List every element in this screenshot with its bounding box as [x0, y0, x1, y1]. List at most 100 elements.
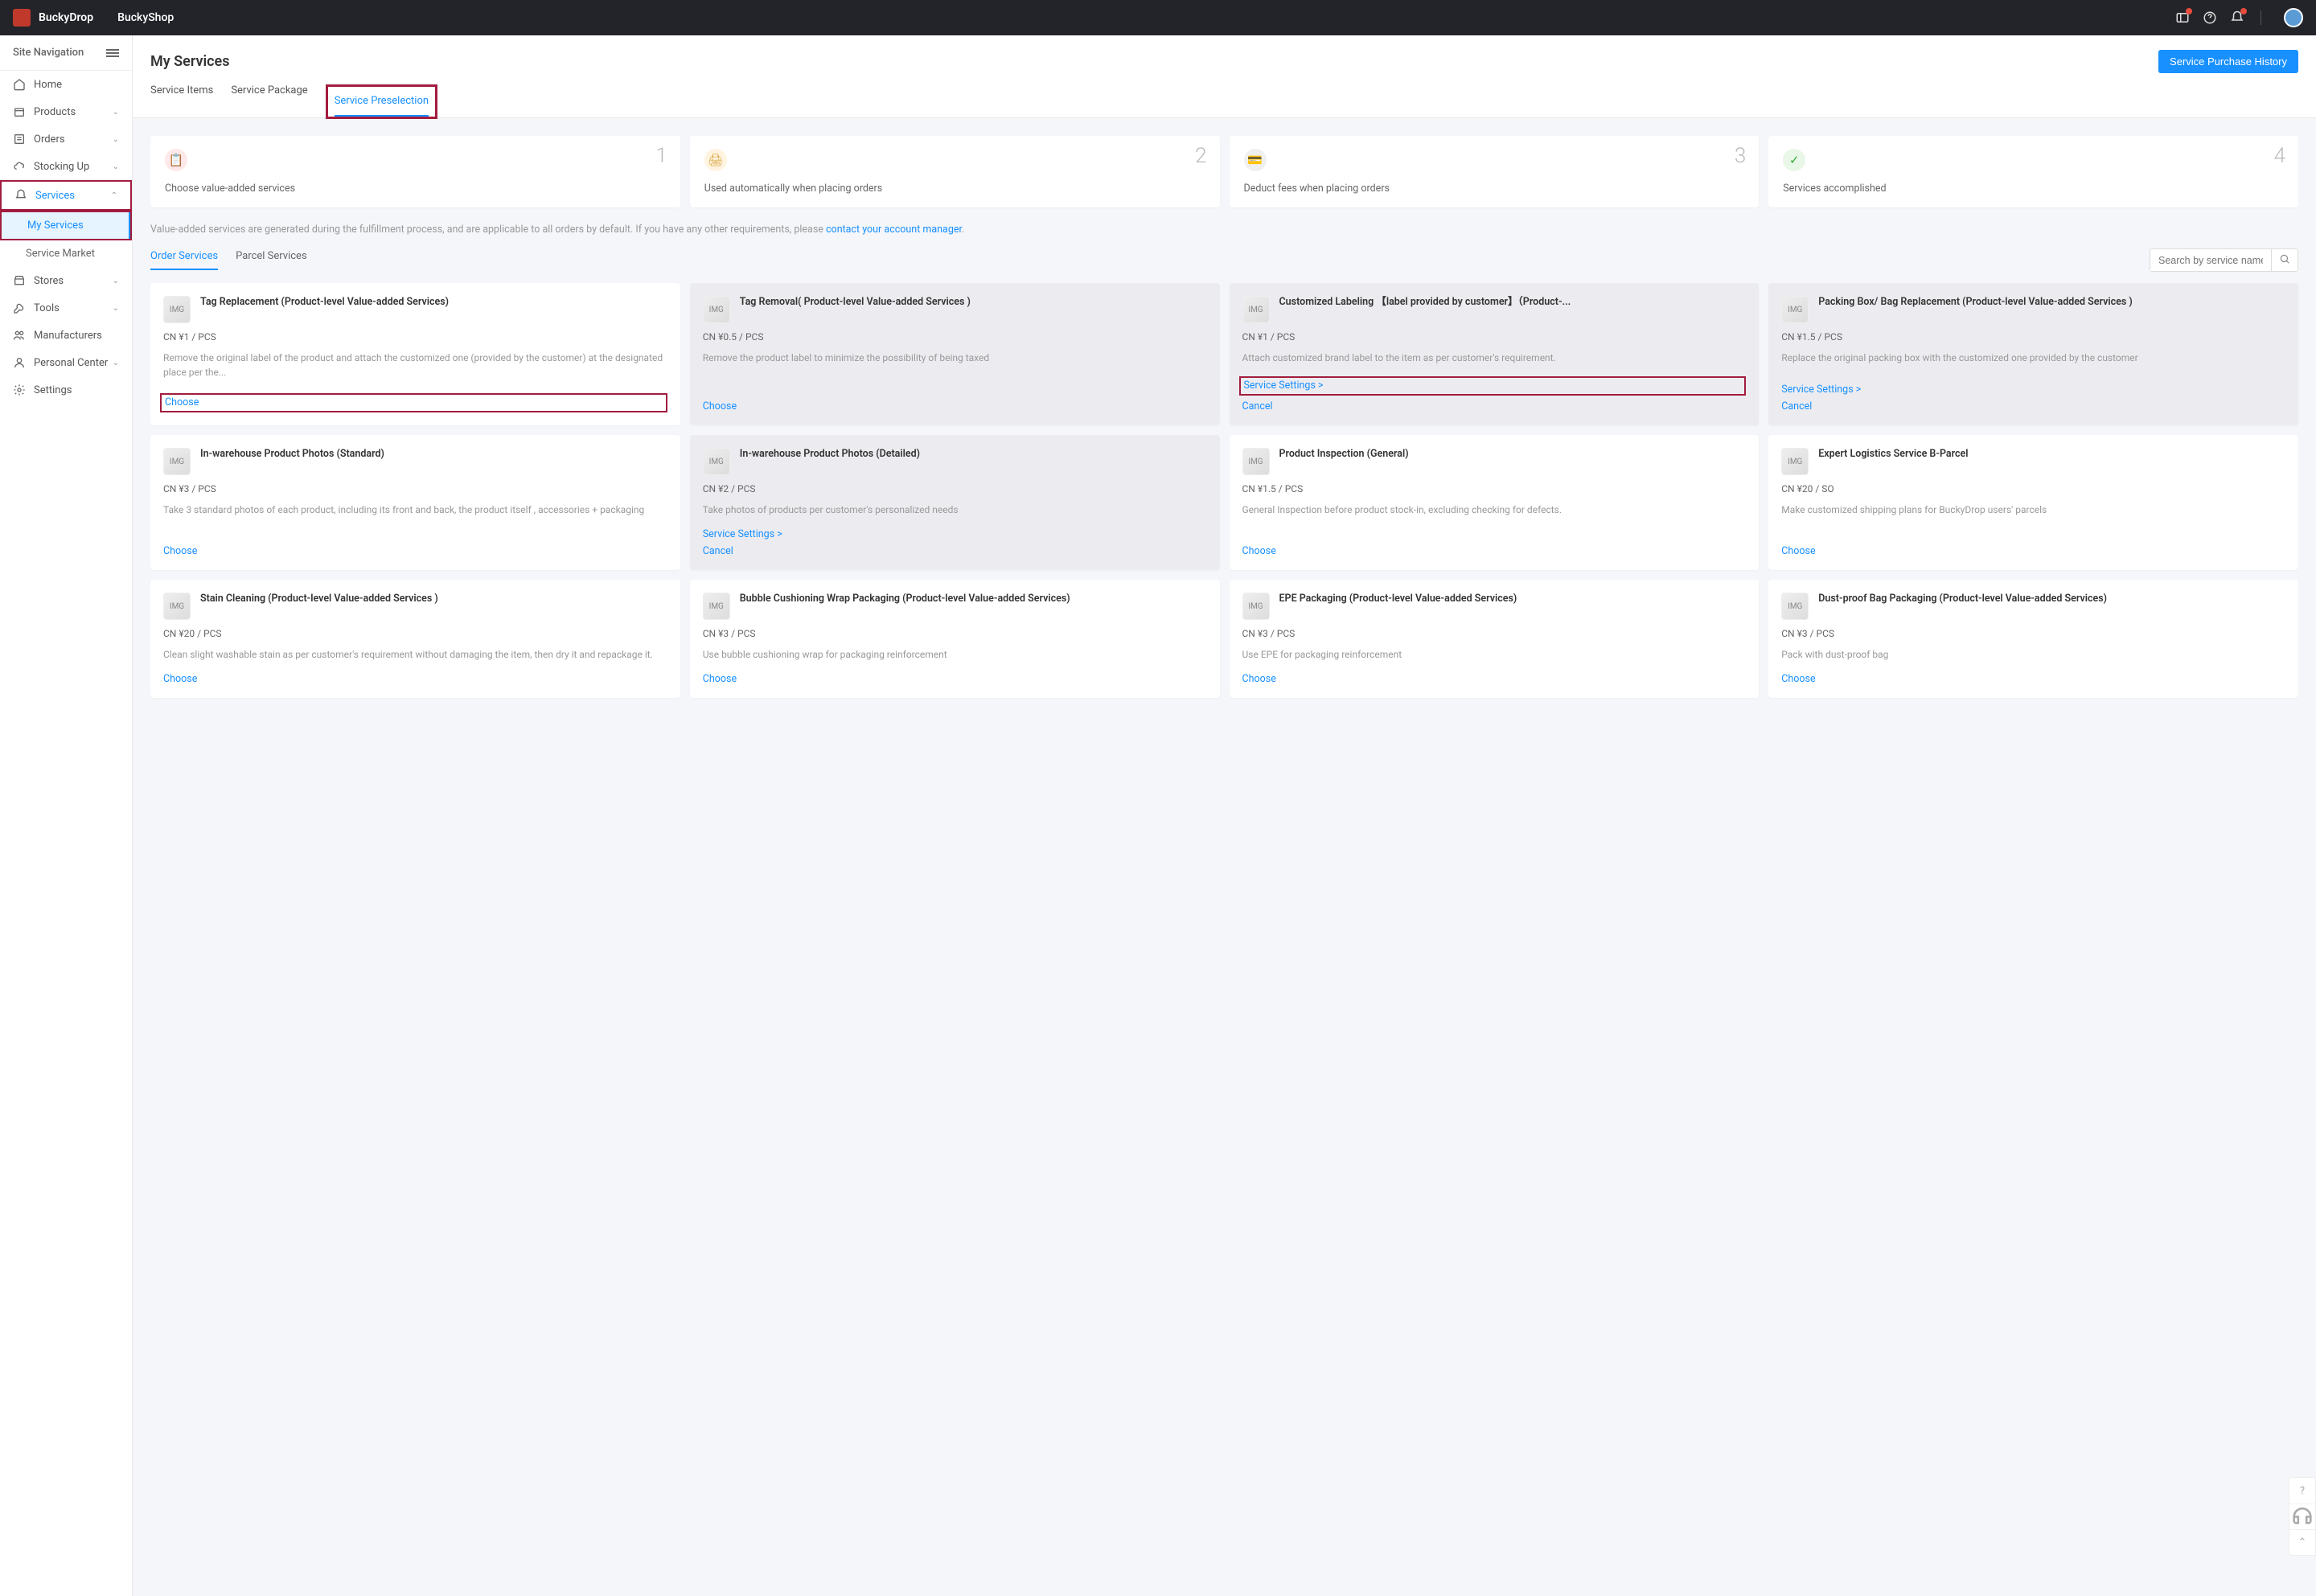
card-actions: Choose: [163, 673, 667, 685]
brand-secondary[interactable]: BuckyShop: [117, 11, 174, 24]
card-price: CN ¥1.5 / PCS: [1781, 331, 2285, 343]
choose-link[interactable]: Choose: [703, 673, 1207, 685]
sidebar-item-stores[interactable]: Stores ⌄: [0, 267, 132, 294]
brand-primary[interactable]: BuckyDrop: [39, 11, 93, 24]
service-card: IMGTag Replacement (Product-level Value-…: [150, 283, 680, 425]
card-title: Bubble Cushioning Wrap Packaging (Produc…: [740, 593, 1070, 620]
page-header: My Services Service Purchase History Ser…: [133, 35, 2316, 118]
nav-title: Site Navigation: [13, 47, 84, 59]
card-price: CN ¥1.5 / PCS: [1242, 483, 1747, 494]
tab-service-items[interactable]: Service Items: [150, 84, 213, 117]
card-price: CN ¥3 / PCS: [703, 628, 1207, 639]
coupon-icon[interactable]: [2175, 10, 2190, 25]
sidebar-item-manufacturers[interactable]: Manufacturers: [0, 322, 132, 349]
bell-icon[interactable]: [2230, 10, 2244, 25]
service-card: IMGTag Removal( Product-level Value-adde…: [690, 283, 1220, 425]
chevron-icon: ⌄: [113, 277, 119, 285]
service-icon: IMG: [163, 448, 191, 475]
sidebar-item-tools[interactable]: Tools⌄: [0, 294, 132, 322]
card-price: CN ¥20 / SO: [1781, 483, 2285, 494]
choose-link[interactable]: Choose: [163, 545, 667, 557]
choose-link[interactable]: Choose: [163, 673, 667, 685]
service-card: IMGStain Cleaning (Product-level Value-a…: [150, 580, 680, 698]
contact-link[interactable]: contact your account manager: [826, 224, 962, 236]
sidebar-item-label: Home: [34, 79, 62, 91]
service-icon: IMG: [163, 593, 191, 620]
sidebar-item-home[interactable]: Home: [0, 71, 132, 98]
cancel-link[interactable]: Cancel: [703, 545, 1207, 557]
service-icon: IMG: [703, 296, 730, 323]
tab-service-package[interactable]: Service Package: [231, 84, 307, 117]
highlight-box: Services⌃: [0, 180, 132, 211]
sidebar-item-stocking-up[interactable]: Stocking Up ⌄: [0, 153, 132, 180]
avatar[interactable]: [2284, 8, 2303, 27]
sidebar-sub-my-services[interactable]: My Services: [2, 212, 130, 239]
help-icon[interactable]: [2203, 10, 2217, 25]
steps-row: 1📋Choose value-added services2🖨Used auto…: [150, 136, 2298, 207]
notice-prefix: Value-added services are generated durin…: [150, 224, 826, 236]
service-tabs: Order Services Parcel Services: [150, 248, 2298, 272]
cancel-link[interactable]: Cancel: [1242, 400, 1747, 412]
logo-icon: [13, 9, 31, 27]
card-description: Replace the original packing box with th…: [1781, 351, 2285, 372]
card-price: CN ¥3 / PCS: [1242, 628, 1747, 639]
sidebar-sub-service-market[interactable]: Service Market: [0, 240, 132, 267]
choose-link[interactable]: Choose: [1242, 545, 1747, 557]
service-icon: IMG: [1781, 448, 1809, 475]
sidebar-item-orders[interactable]: Orders⌄: [0, 125, 132, 153]
cancel-link[interactable]: Cancel: [1781, 400, 2285, 412]
card-actions: Choose: [703, 673, 1207, 685]
sidebar-item-settings[interactable]: Settings: [0, 376, 132, 404]
float-top-icon[interactable]: ⌃: [2289, 1529, 2315, 1555]
history-button[interactable]: Service Purchase History: [2158, 50, 2298, 73]
choose-link[interactable]: Choose: [1781, 545, 2285, 557]
card-actions: Service Settings > Cancel: [703, 528, 1207, 557]
service-tab-order-services[interactable]: Order Services: [150, 250, 218, 270]
service-card: IMGExpert Logistics Service B-ParcelCN ¥…: [1768, 435, 2298, 570]
main-content: My Services Service Purchase History Ser…: [133, 35, 2316, 1596]
chevron-icon: ⌄: [113, 359, 119, 367]
service-icon: IMG: [1242, 593, 1270, 620]
float-support-icon[interactable]: [2289, 1504, 2315, 1529]
card-description: Pack with dust-proof bag: [1781, 647, 2285, 662]
card-actions: Choose: [1242, 673, 1747, 685]
service-settings-link[interactable]: Service Settings >: [1244, 380, 1324, 392]
card-price: CN ¥3 / PCS: [1781, 628, 2285, 639]
card-description: Attach customized brand label to the ite…: [1242, 351, 1747, 365]
step-icon: 🖨: [704, 149, 727, 171]
card-description: Take 3 standard photos of each product, …: [163, 503, 667, 534]
sidebar-item-label: Orders: [34, 133, 65, 146]
card-title: Customized Labeling 【label provided by c…: [1279, 296, 1571, 323]
card-actions: Choose: [163, 393, 667, 412]
service-tab-parcel-services[interactable]: Parcel Services: [236, 250, 307, 270]
choose-link[interactable]: Choose: [703, 400, 1207, 412]
collapse-icon[interactable]: [106, 47, 119, 59]
choose-link[interactable]: Choose: [1781, 673, 2285, 685]
service-card: IMGCustomized Labeling 【label provided b…: [1230, 283, 1760, 425]
float-help-icon[interactable]: ?: [2289, 1478, 2315, 1504]
search-input[interactable]: [2150, 250, 2271, 271]
bell-icon: [14, 189, 27, 202]
tab-service-preselection[interactable]: Service Preselection: [335, 95, 429, 117]
step-icon: 💳: [1244, 149, 1267, 171]
sidebar-item-label: Tools: [34, 302, 60, 314]
search-button[interactable]: [2271, 249, 2298, 271]
sidebar-item-products[interactable]: Products⌄: [0, 98, 132, 125]
service-icon: IMG: [703, 593, 730, 620]
card-description: Clean slight washable stain as per custo…: [163, 647, 667, 662]
choose-link[interactable]: Choose: [1242, 673, 1747, 685]
card-actions: Choose: [1242, 545, 1747, 557]
card-actions: Choose: [1781, 545, 2285, 557]
step-number: 1: [655, 144, 667, 168]
sidebar-item-personal-center[interactable]: Personal Center ⌄: [0, 349, 132, 376]
step-3: 3💳Deduct fees when placing orders: [1230, 136, 1760, 207]
choose-link[interactable]: Choose: [165, 396, 199, 408]
chevron-icon: ⌄: [113, 162, 119, 171]
service-settings-link[interactable]: Service Settings >: [1781, 384, 2285, 396]
sidebar-item-label: Stocking Up: [34, 161, 89, 173]
service-settings-link[interactable]: Service Settings >: [703, 528, 1207, 540]
sidebar-item-label: Personal Center: [34, 357, 108, 369]
sidebar-item-services[interactable]: Services⌃: [2, 182, 130, 209]
sidebar-item-label: Stores: [34, 275, 64, 287]
card-description: Remove the product label to minimize the…: [703, 351, 1207, 389]
